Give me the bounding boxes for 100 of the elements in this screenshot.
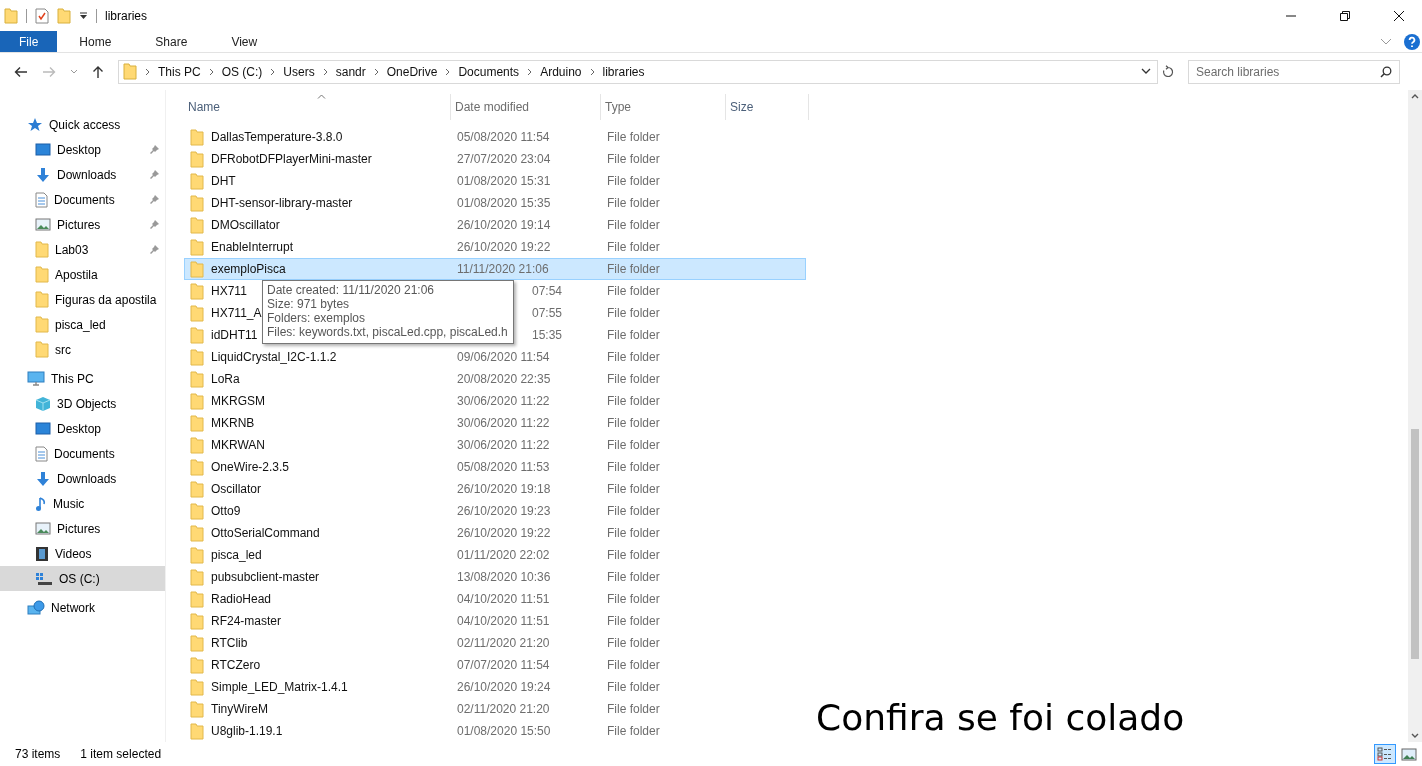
sidebar-item[interactable]: 3D Objects — [0, 391, 165, 416]
chevron-right-icon[interactable] — [373, 67, 379, 76]
file-name[interactable]: DHT-sensor-library-master — [211, 196, 353, 210]
sidebar-item[interactable]: Apostila — [0, 262, 165, 287]
file-name[interactable]: LiquidCrystal_I2C-1.1.2 — [211, 350, 337, 364]
file-name[interactable]: EnableInterrupt — [211, 240, 294, 254]
column-header[interactable]: Date modified — [451, 94, 601, 120]
close-icon[interactable] — [1393, 9, 1405, 22]
file-name[interactable]: HX711_A — [211, 306, 262, 320]
restore-icon[interactable] — [1339, 9, 1351, 22]
scroll-down-icon[interactable] — [1411, 733, 1419, 738]
file-name[interactable]: LoRa — [211, 372, 240, 386]
chevron-right-icon[interactable] — [445, 67, 451, 76]
column-header[interactable]: Type — [601, 94, 726, 120]
date-cell: 07:55 — [532, 306, 563, 320]
properties-icon[interactable] — [35, 7, 49, 24]
sidebar-item[interactable]: Downloads — [0, 466, 165, 491]
breadcrumb[interactable]: sandr — [335, 64, 366, 79]
file-name[interactable]: pisca_led — [211, 548, 262, 562]
file-name[interactable]: RF24-master — [211, 614, 281, 628]
file-name[interactable]: RTClib — [211, 636, 248, 650]
ribbon-tab[interactable]: View — [209, 31, 280, 52]
date-cell: 20/08/2020 22:35 — [457, 372, 551, 386]
pin-icon[interactable] — [149, 144, 160, 155]
ribbon-tab[interactable]: Home — [57, 31, 134, 52]
sidebar-item[interactable]: OS (C:) — [0, 566, 165, 591]
sidebar-item[interactable]: Quick access — [0, 112, 165, 137]
chevron-right-icon[interactable] — [527, 67, 533, 76]
ribbon-tab[interactable]: Share — [133, 31, 210, 52]
sidebar-item[interactable]: pisca_led — [0, 312, 165, 337]
file-name[interactable]: MKRWAN — [211, 438, 265, 452]
chevron-right-icon[interactable] — [270, 67, 276, 76]
sidebar-item[interactable]: Desktop — [0, 137, 165, 162]
sidebar-item[interactable]: Pictures — [0, 212, 165, 237]
sidebar-item[interactable]: Lab03 — [0, 237, 165, 262]
sidebar-item[interactable]: Network — [0, 595, 165, 620]
sidebar-item[interactable]: Downloads — [0, 162, 165, 187]
sidebar-item[interactable]: src — [0, 337, 165, 362]
pin-icon[interactable] — [149, 194, 160, 205]
file-name[interactable]: Simple_LED_Matrix-1.4.1 — [211, 680, 348, 694]
dropdown-icon[interactable] — [79, 11, 88, 20]
sidebar-item[interactable]: Desktop — [0, 416, 165, 441]
sidebar-item[interactable]: Pictures — [0, 516, 165, 541]
search-field[interactable]: Search libraries — [1188, 59, 1400, 84]
file-name[interactable]: DHT — [211, 174, 236, 188]
address-bar[interactable]: This PC OS (C:) Users sandr OneDrive Documents Arduino libraries — [118, 59, 1158, 84]
type-cell: File folder — [607, 350, 660, 364]
file-name[interactable]: DallasTemperature-3.8.0 — [211, 130, 343, 144]
file-name[interactable]: RadioHead — [211, 592, 272, 606]
details-view-button[interactable] — [1374, 744, 1396, 764]
file-name[interactable]: HX711 — [211, 284, 247, 298]
chevron-right-icon[interactable] — [208, 67, 214, 76]
pin-icon[interactable] — [149, 169, 160, 180]
file-name[interactable]: pubsubclient-master — [211, 570, 320, 584]
sidebar-item[interactable]: Videos — [0, 541, 165, 566]
file-name[interactable]: OneWire-2.3.5 — [211, 460, 290, 474]
sidebar-item[interactable]: Documents — [0, 187, 165, 212]
help-icon[interactable] — [1404, 33, 1420, 50]
up-arrow-icon[interactable] — [92, 64, 104, 79]
sidebar-item[interactable]: Figuras da apostila — [0, 287, 165, 312]
type-cell: File folder — [607, 394, 660, 408]
breadcrumb[interactable]: OS (C:) — [221, 64, 263, 79]
file-name[interactable]: TinyWireM — [211, 702, 268, 716]
refresh-icon[interactable] — [1162, 65, 1174, 78]
file-name[interactable]: idDHT11 — [211, 328, 258, 342]
type-cell: File folder — [607, 240, 660, 254]
sidebar-item[interactable]: This PC — [0, 366, 165, 391]
breadcrumb[interactable]: Users — [283, 64, 315, 79]
column-header[interactable]: Name — [184, 94, 451, 120]
chevron-right-icon[interactable] — [145, 67, 150, 76]
chevron-right-icon[interactable] — [322, 67, 328, 76]
file-name[interactable]: RTCZero — [211, 658, 261, 672]
file-name[interactable]: DFRobotDFPlayerMini-master — [211, 152, 372, 166]
sidebar-item[interactable]: Music — [0, 491, 165, 516]
folder-icon — [190, 722, 204, 740]
file-name[interactable]: MKRGSM — [211, 394, 265, 408]
pin-icon[interactable] — [149, 244, 160, 255]
file-name[interactable]: Otto9 — [211, 504, 241, 518]
pin-icon[interactable] — [149, 219, 160, 230]
file-name[interactable]: exemploPisca — [211, 262, 286, 276]
breadcrumb[interactable]: Documents — [458, 64, 520, 79]
file-name[interactable]: Oscillator — [211, 482, 261, 496]
file-name[interactable]: U8glib-1.19.1 — [211, 724, 283, 738]
type-cell: File folder — [607, 680, 660, 694]
ribbon-tab[interactable]: File — [0, 31, 58, 52]
breadcrumb[interactable]: OneDrive — [386, 64, 438, 79]
scroll-up-icon[interactable] — [1411, 94, 1419, 99]
chevron-down-icon[interactable] — [1141, 68, 1151, 75]
file-name[interactable]: MKRNB — [211, 416, 255, 430]
back-arrow-icon[interactable] — [14, 65, 28, 78]
sidebar-item[interactable]: Documents — [0, 441, 165, 466]
file-name[interactable]: DMOscillator — [211, 218, 280, 232]
folder-icon — [190, 370, 204, 388]
file-name[interactable]: OttoSerialCommand — [211, 526, 320, 540]
breadcrumb[interactable]: Arduino — [540, 64, 582, 79]
breadcrumb[interactable]: This PC — [158, 64, 201, 79]
column-header[interactable]: Size — [726, 94, 809, 120]
breadcrumb[interactable]: libraries — [602, 64, 645, 79]
chevron-right-icon[interactable] — [589, 67, 595, 76]
scrollbar-thumb[interactable] — [1411, 429, 1419, 659]
